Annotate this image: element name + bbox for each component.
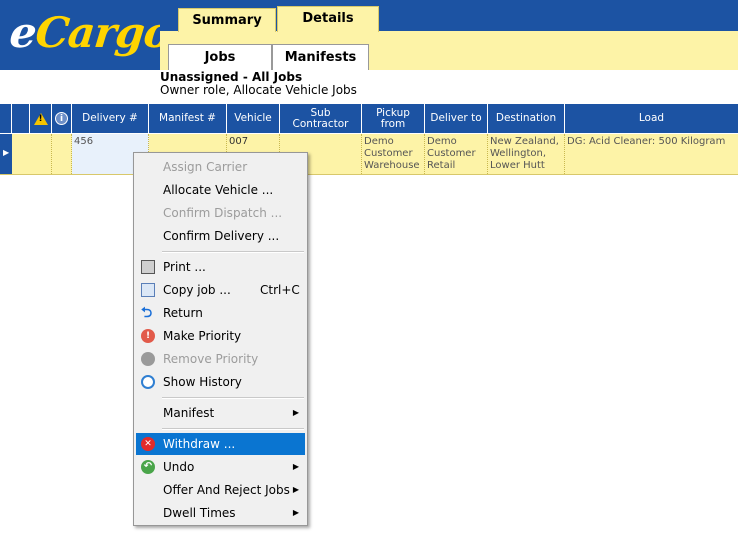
tab-summary[interactable]: Summary (178, 8, 276, 32)
menu-item-allocate-vehicle[interactable]: Allocate Vehicle ... (136, 179, 305, 201)
col-vehicle[interactable]: Vehicle (227, 104, 280, 133)
clock-icon (141, 375, 155, 389)
col-pickup-from[interactable]: Pickup from (362, 104, 425, 133)
withdraw-icon: ✕ (141, 437, 155, 451)
ecargo-logo: eCargo (0, 0, 173, 70)
tab-jobs[interactable]: Jobs (168, 44, 272, 70)
menu-item-withdraw[interactable]: ✕ Withdraw ... (136, 433, 305, 455)
menu-item-show-history[interactable]: Show History (136, 371, 305, 393)
menu-item-offer-and-reject-jobs[interactable]: Offer And Reject Jobs ▶ (136, 479, 305, 501)
return-arrow-icon: ⮌ (141, 305, 153, 321)
row-selector[interactable]: ▶ (0, 134, 12, 174)
menu-item-print[interactable]: Print ... (136, 256, 305, 278)
col-deliver-to[interactable]: Deliver to (425, 104, 488, 133)
menu-item-assign-carrier[interactable]: Assign Carrier (136, 156, 305, 178)
cell-pickup-from: Demo Customer Warehouse (362, 134, 425, 174)
col-destination[interactable]: Destination (488, 104, 565, 133)
submenu-arrow-icon: ▶ (292, 485, 299, 494)
col-delivery[interactable]: Delivery # (72, 104, 149, 133)
menu-item-confirm-dispatch[interactable]: Confirm Dispatch ... (136, 202, 305, 224)
cell-deliver-to: Demo Customer Retail (425, 134, 488, 174)
col-blank (12, 104, 30, 133)
table-row[interactable]: 456 007 Demo Customer Warehouse Demo Cus… (0, 134, 738, 175)
tab-manifests[interactable]: Manifests (272, 44, 369, 70)
menu-separator (162, 428, 304, 430)
submenu-arrow-icon: ▶ (292, 408, 299, 417)
priority-icon: ! (141, 329, 155, 343)
remove-priority-icon (141, 352, 155, 366)
undo-icon: ↶ (141, 460, 155, 474)
col-sub-contractor[interactable]: Sub Contractor (280, 104, 362, 133)
cell-destination: New Zealand, Wellington, Lower Hutt (488, 134, 565, 174)
menu-item-make-priority[interactable]: ! Make Priority (136, 325, 305, 347)
cell-load: DG: Acid Cleaner: 500 Kilogram (567, 136, 726, 147)
copy-icon (141, 283, 155, 297)
menu-separator (162, 397, 304, 399)
copy-shortcut: Ctrl+C (260, 283, 300, 297)
menu-item-remove-priority[interactable]: Remove Priority (136, 348, 305, 370)
view-subtitle: Owner role, Allocate Vehicle Jobs (160, 83, 357, 97)
context-menu: Assign Carrier Allocate Vehicle ... Conf… (133, 152, 308, 526)
menu-item-return[interactable]: ⮌ Return (136, 302, 305, 324)
info-icon: i (55, 112, 68, 125)
col-load[interactable]: Load (565, 104, 738, 133)
col-warning[interactable] (30, 104, 52, 133)
submenu-arrow-icon: ▶ (292, 508, 299, 517)
menu-item-undo[interactable]: ↶ Undo ▶ (136, 456, 305, 478)
menu-item-manifest[interactable]: Manifest ▶ (136, 402, 305, 424)
menu-separator (162, 251, 304, 253)
printer-icon (141, 260, 155, 274)
tab-details[interactable]: Details (277, 6, 379, 32)
submenu-arrow-icon: ▶ (292, 462, 299, 471)
col-info[interactable]: i (52, 104, 72, 133)
grid-header: i Delivery # Manifest # Vehicle Sub Cont… (0, 104, 738, 133)
menu-item-copy-job[interactable]: Copy job ... Ctrl+C (136, 279, 305, 301)
col-manifest[interactable]: Manifest # (149, 104, 227, 133)
menu-item-confirm-delivery[interactable]: Confirm Delivery ... (136, 225, 305, 247)
row-select-header (0, 104, 12, 133)
row-indicator-arrow-icon: ▶ (3, 148, 10, 157)
warning-icon (33, 112, 48, 125)
menu-item-dwell-times[interactable]: Dwell Times ▶ (136, 502, 305, 524)
